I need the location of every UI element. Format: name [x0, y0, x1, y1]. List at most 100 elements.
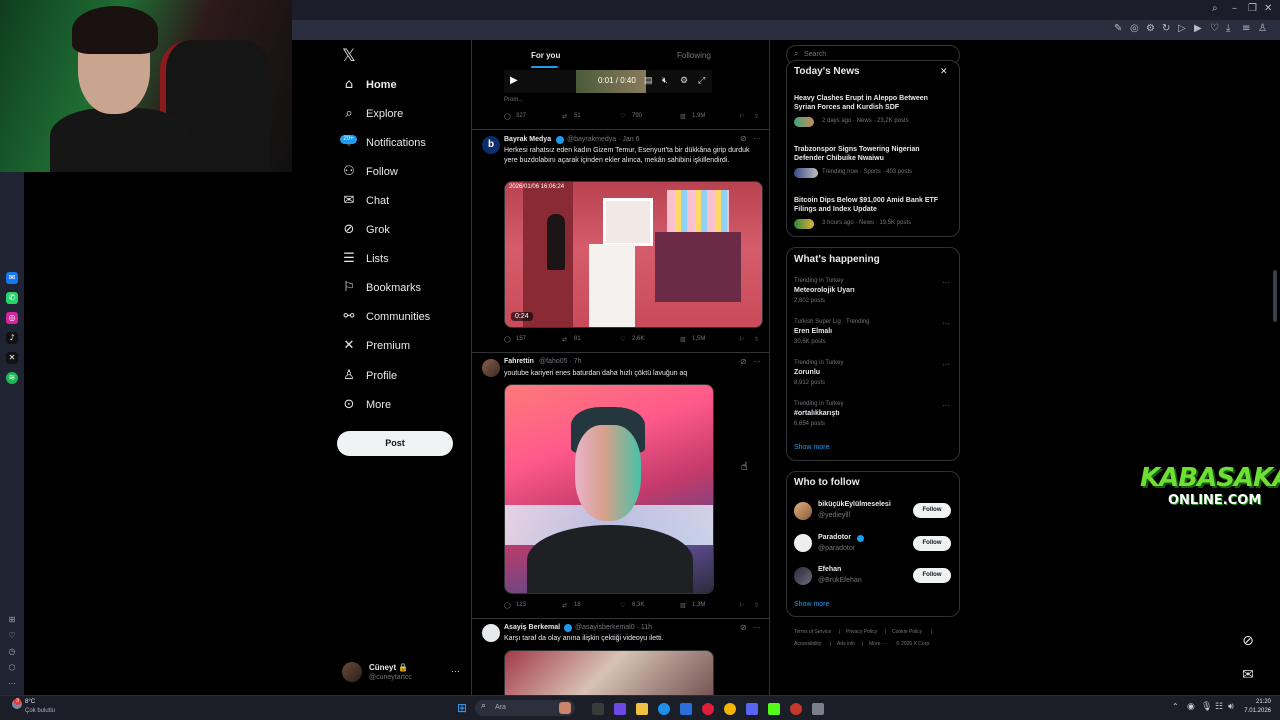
grok-icon[interactable]: ⊘ [740, 357, 747, 366]
suggested-user-name[interactable]: Paradotor [818, 534, 851, 541]
suggested-user-name[interactable]: biküçükEylülmeselesi [818, 501, 891, 508]
nav-profile[interactable]: ♙ Profile [342, 365, 397, 387]
share-icon[interactable]: ⇧ [754, 336, 759, 343]
trend-name[interactable]: Eren Elmalı [794, 328, 832, 335]
minimize-icon[interactable]: – [1232, 3, 1237, 14]
tray-chevron-icon[interactable]: ⌃ [1172, 702, 1179, 711]
messages-icon[interactable]: ✉ [1237, 664, 1259, 686]
trend-name[interactable]: Zorunlu [794, 369, 820, 376]
apps-icon[interactable]: ⊞ [6, 614, 18, 626]
task-view-icon[interactable] [592, 703, 604, 715]
nav-grok[interactable]: ⊘ Grok [342, 219, 390, 241]
file-explorer-icon[interactable] [636, 703, 648, 715]
captions-icon[interactable]: ▤ [644, 75, 653, 86]
kick-icon[interactable] [768, 703, 780, 715]
account-name[interactable]: Cüneyt 🔒 [369, 663, 408, 672]
grok-icon[interactable]: ⊘ [740, 623, 747, 632]
copilot-icon[interactable] [614, 703, 626, 715]
footer-privacy[interactable]: Privacy Policy [846, 629, 877, 635]
grok-icon[interactable]: ⊘ [1237, 630, 1259, 652]
refresh-icon[interactable]: ↻ [1162, 23, 1170, 34]
menu-icon[interactable]: ≡ [1242, 23, 1250, 34]
news-item-title[interactable]: Trabzonspor Signs Towering Nigerian Defe… [794, 145, 948, 163]
search-icon[interactable]: ⌕ [1212, 3, 1218, 14]
nav-premium[interactable]: ✕ Premium [342, 335, 410, 357]
close-icon[interactable]: ✕ [1264, 3, 1272, 14]
avatar[interactable]: b [482, 136, 500, 154]
trends-show-more[interactable]: Show more [794, 444, 829, 451]
player-icon[interactable]: ▶ [1194, 23, 1202, 34]
tweet-video[interactable]: 2026/01/06 16:06:24 0:24 [504, 181, 763, 328]
like-icon[interactable]: ♡ [620, 336, 625, 343]
history-icon[interactable]: ◷ [6, 646, 18, 658]
bookmark-icon[interactable]: ⚐ [739, 113, 744, 120]
windows-start-icon[interactable]: ⊞ [457, 701, 467, 715]
camera-icon[interactable]: ◎ [1130, 23, 1139, 34]
nav-more[interactable]: ⊙ More [342, 394, 392, 416]
tweet-image[interactable] [504, 384, 714, 594]
tray-app-icon[interactable]: ◉ [1187, 701, 1195, 712]
footer-ads[interactable]: Ads info [837, 641, 855, 647]
nav-chat[interactable]: ✉ Chat [342, 190, 390, 212]
profile-icon[interactable]: ♙ [1258, 23, 1267, 34]
taskbar-search[interactable]: ⌕ Ara [475, 700, 575, 716]
search-input[interactable]: Search [804, 51, 826, 58]
avatar[interactable] [482, 624, 500, 642]
edge-icon[interactable] [658, 703, 670, 715]
news-item-title[interactable]: Heavy Clashes Erupt in Aleppo Between Sy… [794, 94, 948, 112]
more-icon[interactable]: ··· [753, 134, 761, 143]
volume-icon[interactable]: 🔊︎ [1228, 701, 1234, 712]
trend-name[interactable]: #ortalıkkarıştı [794, 410, 840, 417]
grok-icon[interactable]: ⊘ [740, 134, 747, 143]
settings-icon[interactable]: ⚙ [1146, 23, 1155, 34]
close-icon[interactable]: ✕ [940, 66, 948, 77]
restore-icon[interactable]: ❐ [1248, 3, 1257, 14]
suggested-user-name[interactable]: Efehan [818, 566, 841, 573]
more-icon[interactable]: ··· [753, 623, 761, 632]
retweet-icon[interactable]: ⇄ [562, 113, 567, 120]
more-icon[interactable]: ⋯ [6, 678, 18, 690]
views-icon[interactable]: ▥ [680, 602, 686, 609]
share-icon[interactable]: ⇧ [754, 113, 759, 120]
nav-communities[interactable]: ⚯ Communities [342, 306, 431, 328]
reply-icon[interactable]: ◯ [504, 113, 511, 120]
whatsapp-icon[interactable]: ✆ [6, 292, 18, 304]
more-icon[interactable]: ··· [942, 278, 950, 287]
nav-follow[interactable]: ⚇ Follow [342, 161, 398, 183]
views-icon[interactable]: ▥ [680, 336, 686, 343]
obs-icon[interactable] [790, 703, 802, 715]
footer-cookie[interactable]: Cookie Policy [892, 629, 922, 635]
avatar[interactable] [794, 502, 812, 520]
more-icon[interactable]: ··· [942, 401, 950, 410]
nav-lists[interactable]: ☰ Lists [342, 248, 388, 270]
tweet-author[interactable]: Asayiş Berkemal [504, 624, 560, 631]
views-icon[interactable]: ▥ [680, 113, 686, 120]
like-icon[interactable]: ♡ [620, 602, 625, 609]
tiktok-icon[interactable]: ♪ [6, 332, 18, 344]
avatar[interactable] [482, 359, 500, 377]
follow-show-more[interactable]: Show more [794, 601, 829, 608]
store-icon[interactable] [680, 703, 692, 715]
avatar[interactable] [342, 662, 362, 682]
nav-explore[interactable]: ⌕ Explore [342, 103, 403, 125]
footer-terms[interactable]: Terms of Service [794, 629, 831, 635]
cube-icon[interactable]: ⬡ [6, 662, 18, 674]
edit-icon[interactable]: ✎ [1114, 23, 1122, 34]
footer-more[interactable]: More ··· [869, 641, 887, 647]
more-icon[interactable]: ··· [753, 357, 761, 366]
footer-accessibility[interactable]: Accessibility [794, 641, 821, 647]
download-icon[interactable]: ⤓ [1226, 23, 1230, 34]
fullscreen-icon[interactable]: ⤢ [698, 75, 705, 86]
settings-icon[interactable] [812, 703, 824, 715]
like-icon[interactable]: ♡ [620, 113, 625, 120]
heart-icon[interactable]: ♡ [6, 630, 18, 642]
more-options-icon[interactable]: ··· [451, 666, 460, 676]
instagram-icon[interactable]: ◎ [6, 312, 18, 324]
x-icon[interactable]: ✕ [6, 352, 18, 364]
reply-icon[interactable]: ◯ [504, 336, 511, 343]
wifi-icon[interactable]: ☷ [1215, 701, 1223, 712]
messenger-icon[interactable]: ✉ [6, 272, 18, 284]
follow-button[interactable]: Follow [913, 503, 951, 518]
heart-icon[interactable]: ♡ [1210, 23, 1219, 34]
more-icon[interactable]: ··· [942, 319, 950, 328]
